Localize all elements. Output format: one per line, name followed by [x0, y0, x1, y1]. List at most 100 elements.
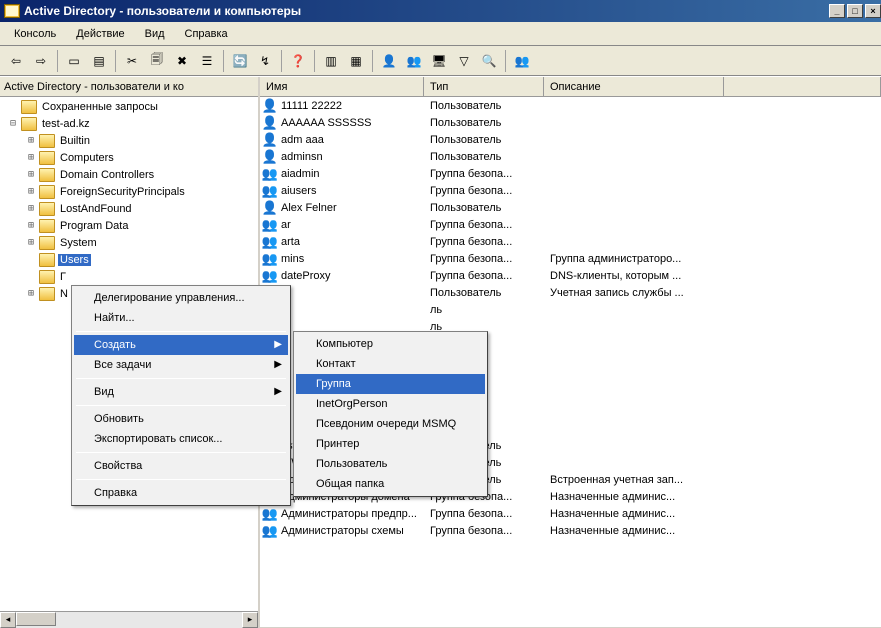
minimize-button[interactable]: _ — [829, 4, 845, 18]
expander-icon[interactable]: ⊞ — [23, 135, 39, 146]
titlebar[interactable]: Active Directory - пользователи и компью… — [0, 0, 881, 22]
menu-item[interactable]: Контакт — [296, 354, 485, 374]
cell: Группа безопа... — [424, 185, 544, 197]
tree-header[interactable]: Active Directory - пользователи и ко — [0, 77, 258, 97]
menu-действие[interactable]: Действие — [68, 26, 132, 42]
scroll-left-button[interactable]: ◂ — [0, 612, 16, 628]
menu-item-label: Компьютер — [316, 338, 373, 350]
context-submenu-create[interactable]: Компьютер Контакт ГруппаInetOrgPersonПсевд… — [293, 331, 488, 497]
menu-item[interactable]: Компьютер — [296, 334, 485, 354]
tree-item[interactable]: ⊞ForeignSecurityPrincipals — [1, 183, 257, 200]
list-row[interactable]: 👤adm aaaПользователь — [260, 131, 881, 148]
computer-icon[interactable]: 🖥 — [427, 49, 451, 73]
menu-item[interactable]: Справка — [74, 483, 288, 503]
menu-item[interactable]: Вид▶ — [74, 382, 288, 402]
scroll-track[interactable] — [16, 612, 242, 628]
help-icon[interactable]: ❓ — [286, 49, 310, 73]
maximize-button[interactable]: □ — [847, 4, 863, 18]
tree-item[interactable]: ⊞Computers — [1, 149, 257, 166]
forward-icon: ⇨ — [33, 53, 49, 69]
tree-item[interactable]: ⊞LostAndFound — [1, 200, 257, 217]
tree-item[interactable]: ⊟test-ad.kz — [1, 115, 257, 132]
expander-icon[interactable]: ⊞ — [23, 203, 39, 214]
menu-item[interactable]: Обновить — [74, 409, 288, 429]
column-header[interactable]: Описание — [544, 77, 724, 96]
expander-icon[interactable]: ⊞ — [23, 152, 39, 163]
menu-консоль[interactable]: Консоль — [6, 26, 64, 42]
props-icon[interactable]: ☰ — [195, 49, 219, 73]
expander-icon[interactable]: ⊞ — [23, 186, 39, 197]
expander-icon[interactable]: ⊞ — [23, 288, 39, 299]
scroll-right-button[interactable]: ▸ — [242, 612, 258, 628]
properties-icon[interactable]: ▤ — [87, 49, 111, 73]
list-row[interactable]: 👥minsГруппа безопа...Группа администрато… — [260, 250, 881, 267]
context-menu[interactable]: Делегирование управления... Найти... Созда… — [71, 285, 291, 506]
column-header[interactable]: Тип — [424, 77, 544, 96]
menu-item[interactable]: Принтер — [296, 434, 485, 454]
list-row[interactable]: 👥arГруппа безопа... — [260, 216, 881, 233]
menu-item-label: Контакт — [316, 358, 356, 370]
list-row[interactable]: 👥dateProxyГруппа безопа...DNS-клиенты, к… — [260, 267, 881, 284]
filter-icon[interactable]: ▽ — [452, 49, 476, 73]
user-icon[interactable]: 👤 — [377, 49, 401, 73]
delete-icon[interactable]: ✖ — [170, 49, 194, 73]
expander-icon[interactable]: ⊞ — [23, 237, 39, 248]
menu-item[interactable]: Пользователь — [296, 454, 485, 474]
menu-item[interactable]: Псевдоним очереди MSMQ — [296, 414, 485, 434]
copy-icon[interactable]: 🗐 — [145, 49, 169, 73]
menu-item-label: Делегирование управления... — [94, 292, 245, 304]
list-row[interactable]: 👥aiadminГруппа безопа... — [260, 165, 881, 182]
tree-item[interactable]: ⊞Builtin — [1, 132, 257, 149]
list-row[interactable]: 👤Alex FelnerПользователь — [260, 199, 881, 216]
menu-item[interactable]: Создать▶ — [74, 335, 288, 355]
tree-item[interactable]: Users — [1, 251, 257, 268]
menu-справка[interactable]: Справка — [177, 26, 236, 42]
find-icon[interactable]: 🔍 — [477, 49, 501, 73]
list-row[interactable]: 👥aiusersГруппа безопа... — [260, 182, 881, 199]
folder-icon — [39, 168, 55, 182]
menu-item[interactable]: Все задачи▶ — [74, 355, 288, 375]
back-icon[interactable]: ⇦ — [4, 49, 28, 73]
add-user-group-icon[interactable]: 👥 — [510, 49, 534, 73]
list-row[interactable]: 👤11111 22222Пользователь — [260, 97, 881, 114]
list-row[interactable]: 👥artaГруппа безопа... — [260, 233, 881, 250]
group-icon: 👥 — [262, 506, 278, 522]
menu-вид[interactable]: Вид — [137, 26, 173, 42]
expander-icon[interactable]: ⊞ — [23, 220, 39, 231]
scroll-thumb[interactable] — [16, 612, 56, 626]
list-row[interactable]: 👥Администраторы предпр...Группа безопа..… — [260, 505, 881, 522]
refresh-icon[interactable]: 🔄 — [228, 49, 252, 73]
menu-item[interactable]: Группа — [296, 374, 485, 394]
cell: 👥aiusers — [260, 183, 424, 199]
tree-item[interactable]: Г — [1, 268, 257, 285]
show-tree-icon[interactable]: ▭ — [62, 49, 86, 73]
tree-item[interactable]: ⊞System — [1, 234, 257, 251]
menu-item[interactable]: InetOrgPerson — [296, 394, 485, 414]
expander-icon[interactable]: ⊟ — [5, 118, 21, 129]
list-row[interactable]: 👤adminsnПользователь — [260, 148, 881, 165]
expander-icon[interactable]: ⊞ — [23, 169, 39, 180]
cut-icon[interactable]: ✂ — [120, 49, 144, 73]
group-icon[interactable]: 👥 — [402, 49, 426, 73]
forward-icon[interactable]: ⇨ — [29, 49, 53, 73]
menu-item[interactable]: Общая папка — [296, 474, 485, 494]
tree-hscrollbar[interactable]: ◂ ▸ — [0, 611, 258, 627]
help-icon: ❓ — [290, 53, 306, 69]
list-row[interactable]: 👤ПользовательУчетная запись службы ... — [260, 284, 881, 301]
list-row[interactable]: 👤AAAAAA SSSSSSПользователь — [260, 114, 881, 131]
tree-item[interactable]: Сохраненные запросы — [1, 98, 257, 115]
menu-item[interactable]: Делегирование управления... — [74, 288, 288, 308]
item-name: ar — [281, 219, 291, 231]
column-header[interactable]: Имя — [260, 77, 424, 96]
list-row[interactable]: 👥Администраторы схемыГруппа безопа...Наз… — [260, 522, 881, 539]
list-row[interactable]: 👤ль — [260, 301, 881, 318]
menu-item[interactable]: Свойства — [74, 456, 288, 476]
menu-item[interactable]: Экспортировать список... — [74, 429, 288, 449]
close-button[interactable]: × — [865, 4, 881, 18]
menu-item[interactable]: Найти... — [74, 308, 288, 328]
tree-item[interactable]: ⊞Program Data — [1, 217, 257, 234]
tree-item[interactable]: ⊞Domain Controllers — [1, 166, 257, 183]
new-ou-icon[interactable]: ▥ — [319, 49, 343, 73]
new-dir-icon[interactable]: ▦ — [344, 49, 368, 73]
export-icon[interactable]: ↯ — [253, 49, 277, 73]
